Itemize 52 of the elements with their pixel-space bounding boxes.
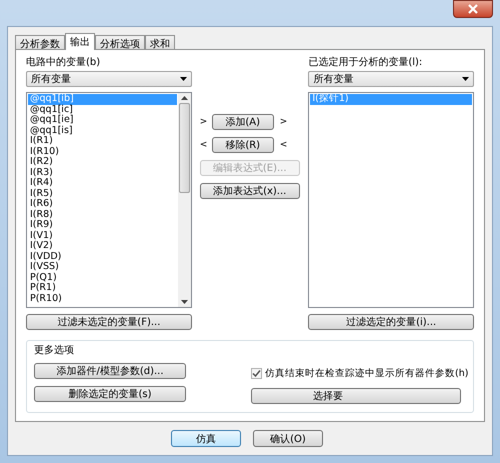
select-button[interactable]: 选择要 (251, 388, 461, 404)
dialog-button[interactable]: 确认(O) (253, 430, 323, 447)
action-button[interactable]: 移除(R) (212, 137, 274, 153)
list-item[interactable]: I(R1) (28, 136, 177, 146)
scroll-down-icon (180, 300, 188, 304)
filter-button[interactable]: 过滤未选定的变量(F)... (26, 314, 192, 330)
action-button[interactable]: 添加表达式(x)... (200, 183, 300, 199)
dropdown-arrow-icon (180, 77, 187, 81)
arrow-mark: < (200, 140, 206, 150)
list-item[interactable]: @qq1[ic] (28, 104, 177, 115)
tab[interactable]: 分析参数 (15, 35, 65, 50)
list-item[interactable]: P(R10) (28, 294, 177, 304)
list-item[interactable]: I(R9) (28, 220, 177, 230)
list-item[interactable]: I(VDD) (28, 252, 177, 262)
list-item[interactable]: P(R1) (28, 283, 177, 294)
dialog-button[interactable]: 仿真 (171, 430, 241, 447)
action-button[interactable]: 添加(A) (212, 114, 274, 130)
filter-button[interactable]: 过滤选定的变量(i)... (308, 314, 474, 330)
arrow-mark: < (280, 140, 286, 150)
list-item[interactable]: I(R8) (28, 210, 177, 220)
list-item[interactable]: I(R6) (28, 199, 177, 210)
close-button[interactable] (453, 0, 493, 18)
list-item[interactable]: I(VSS) (28, 262, 177, 272)
list-item[interactable]: I(R3) (28, 168, 177, 178)
list-item[interactable]: P(Q1) (28, 272, 177, 283)
tab[interactable]: 分析选项 (95, 35, 145, 50)
list-label: 电路中的变量(b) (26, 56, 102, 69)
close-icon (467, 4, 479, 14)
scroll-thumb[interactable] (178, 103, 190, 193)
list-label: 已选定用于分析的变量(l): (308, 56, 424, 69)
list-item[interactable]: I(R4) (28, 178, 177, 188)
list-item[interactable]: @qq1[ie] (28, 115, 177, 126)
group-title: 更多选项 (34, 344, 75, 357)
option-button[interactable]: 添加器件/模型参数(d)... (34, 363, 186, 379)
show-params-checkbox[interactable]: 仿真结束时在检查踪迹中显示所有器件参数(h) (251, 367, 466, 380)
check-icon (252, 369, 261, 378)
tab[interactable]: 求和 (145, 35, 175, 50)
arrow-mark: > (200, 117, 206, 127)
arrow-mark: > (280, 117, 286, 127)
list-item[interactable]: I(R10) (28, 146, 177, 157)
tab[interactable]: 输出 (65, 33, 95, 50)
dropdown-arrow-icon (462, 77, 470, 81)
filter-dropdown[interactable]: 所有变量 (26, 71, 192, 87)
list-item[interactable]: I(V2) (28, 241, 177, 252)
option-button[interactable]: 删除选定的变量(s) (34, 386, 186, 402)
list-item[interactable]: @qq1[is] (28, 126, 177, 136)
scroll-up-icon (180, 96, 188, 100)
list-item[interactable]: I(R2) (28, 157, 177, 168)
list-item[interactable]: I(R5) (28, 188, 177, 199)
filter-dropdown[interactable]: 所有变量 (308, 71, 474, 87)
list-item[interactable]: I(V1) (28, 230, 177, 241)
scrollbar[interactable] (178, 93, 191, 307)
